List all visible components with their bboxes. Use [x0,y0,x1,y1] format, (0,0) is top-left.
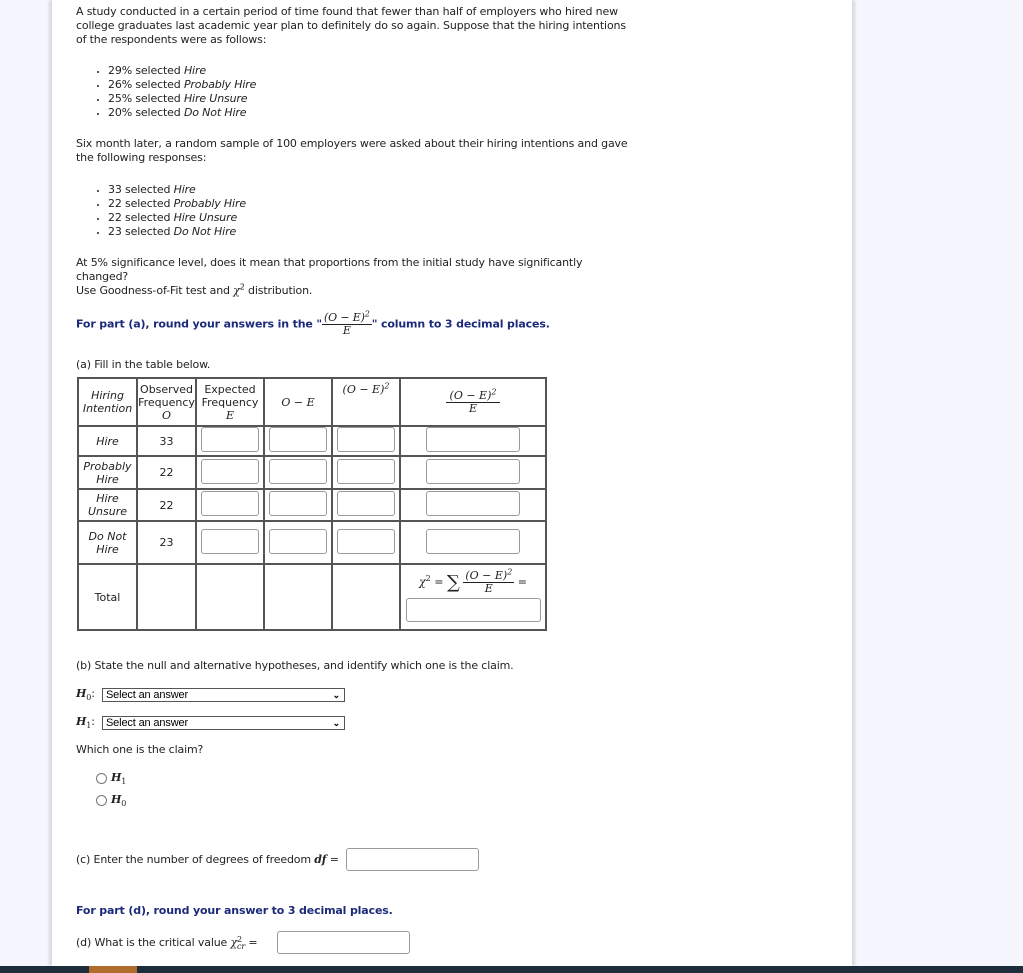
chi-square-cell: χ2 = ∑ (O − E)2 E = [399,563,547,631]
part-a-label: (a) Fill in the table below. [76,358,211,371]
goodness-of-fit-table: Hiring Intention Observed Frequency O Ex… [77,377,547,631]
list-item: 20% selected Do Not Hire [108,106,256,120]
part-b-label: (b) State the null and alternative hypot… [76,659,514,672]
radio-button[interactable] [96,772,107,784]
list-item: 26% selected Probably Hire [108,78,256,92]
squared-input[interactable] [337,458,395,484]
total-label: Total [77,563,138,631]
table-row: Do Not Hire 23 [77,520,547,565]
followup-paragraph: Six month later, a random sample of 100 … [76,137,628,164]
o-minus-e-input[interactable] [269,458,327,484]
part-a-rounding-note: For part (a), round your answers in the … [76,309,550,337]
list-item: 22 selected Probably Hire [108,197,246,211]
list-item: 25% selected Hire Unsure [108,92,256,106]
sample-responses-list: 33 selected Hire 22 selected Probably Hi… [76,183,246,239]
h0-label: H0: [76,687,95,703]
squared-input[interactable] [337,491,395,516]
expected-input[interactable] [201,491,259,516]
row-observed: 23 [136,520,197,565]
ratio-input[interactable] [426,491,520,516]
part-d-rounding-note: For part (d), round your answer to 3 dec… [76,904,393,917]
chevron-down-icon: ⌄ [332,690,341,700]
claim-question: Which one is the claim? [76,743,204,756]
table-total-row: Total χ2 = ∑ (O − E)2 E = [77,563,547,631]
expected-input[interactable] [201,458,259,484]
header-observed: Observed Frequency O [136,377,197,427]
expected-input[interactable] [201,427,259,452]
o-minus-e-input[interactable] [269,528,327,554]
header-o-minus-e: O − E [263,377,333,427]
row-observed: 33 [136,425,197,457]
chevron-down-icon: ⌄ [332,718,341,728]
part-d-label: (d) What is the critical value χ 2 cr = [76,935,258,951]
row-intention: Hire Unsure [77,488,138,522]
row-intention: Probably Hire [77,455,138,490]
o-minus-e-input[interactable] [269,427,327,452]
degrees-of-freedom-input[interactable] [346,848,479,871]
row-intention: Do Not Hire [77,520,138,565]
h1-select[interactable]: Select an answer ⌄ [102,716,345,730]
list-item: 33 selected Hire [108,183,246,197]
method-instruction: Use Goodness-of-Fit test and χ2 distribu… [76,282,313,297]
o-minus-e-input[interactable] [269,491,327,516]
intro-paragraph: A study conducted in a certain period of… [76,5,626,46]
chi-square-input[interactable] [405,597,541,622]
taskbar-active-indicator [89,966,137,973]
radio-button[interactable] [96,794,107,806]
claim-option-h0[interactable]: H0 [96,793,126,808]
ratio-formula: (O − E)2 E [321,309,372,337]
header-expected: Expected Frequency E [195,377,265,427]
table-row: Probably Hire 22 [77,455,547,490]
ratio-input[interactable] [426,528,520,554]
table-row: Hire Unsure 22 [77,488,547,522]
table-row: Hire 33 [77,425,547,457]
squared-input[interactable] [337,528,395,554]
row-observed: 22 [136,455,197,490]
h1-label: H1: [76,715,95,731]
table-header-row: Hiring Intention Observed Frequency O Ex… [77,377,547,427]
initial-proportions-list: 29% selected Hire 26% selected Probably … [76,64,256,120]
part-c-label: (c) Enter the number of degrees of freed… [76,853,339,866]
header-squared: (O − E)2 [331,377,401,427]
bottom-taskbar [0,966,1023,973]
row-observed: 22 [136,488,197,522]
list-item: 22 selected Hire Unsure [108,211,246,225]
row-intention: Hire [77,425,138,457]
claim-option-h1[interactable]: H1 [96,771,126,786]
chi-square-formula: χ2 = ∑ (O − E)2 E = [419,566,527,595]
header-ratio: (O − E)2 E [399,377,547,427]
ratio-input[interactable] [426,458,520,484]
list-item: 29% selected Hire [108,64,256,78]
h0-select[interactable]: Select an answer ⌄ [102,688,345,702]
list-item: 23 selected Do Not Hire [108,225,246,239]
significance-question: At 5% significance level, does it mean t… [76,256,583,283]
header-hiring-intention: Hiring Intention [77,377,138,427]
critical-value-input[interactable] [277,931,410,954]
ratio-input[interactable] [426,427,520,452]
expected-input[interactable] [201,528,259,554]
squared-input[interactable] [337,427,395,452]
